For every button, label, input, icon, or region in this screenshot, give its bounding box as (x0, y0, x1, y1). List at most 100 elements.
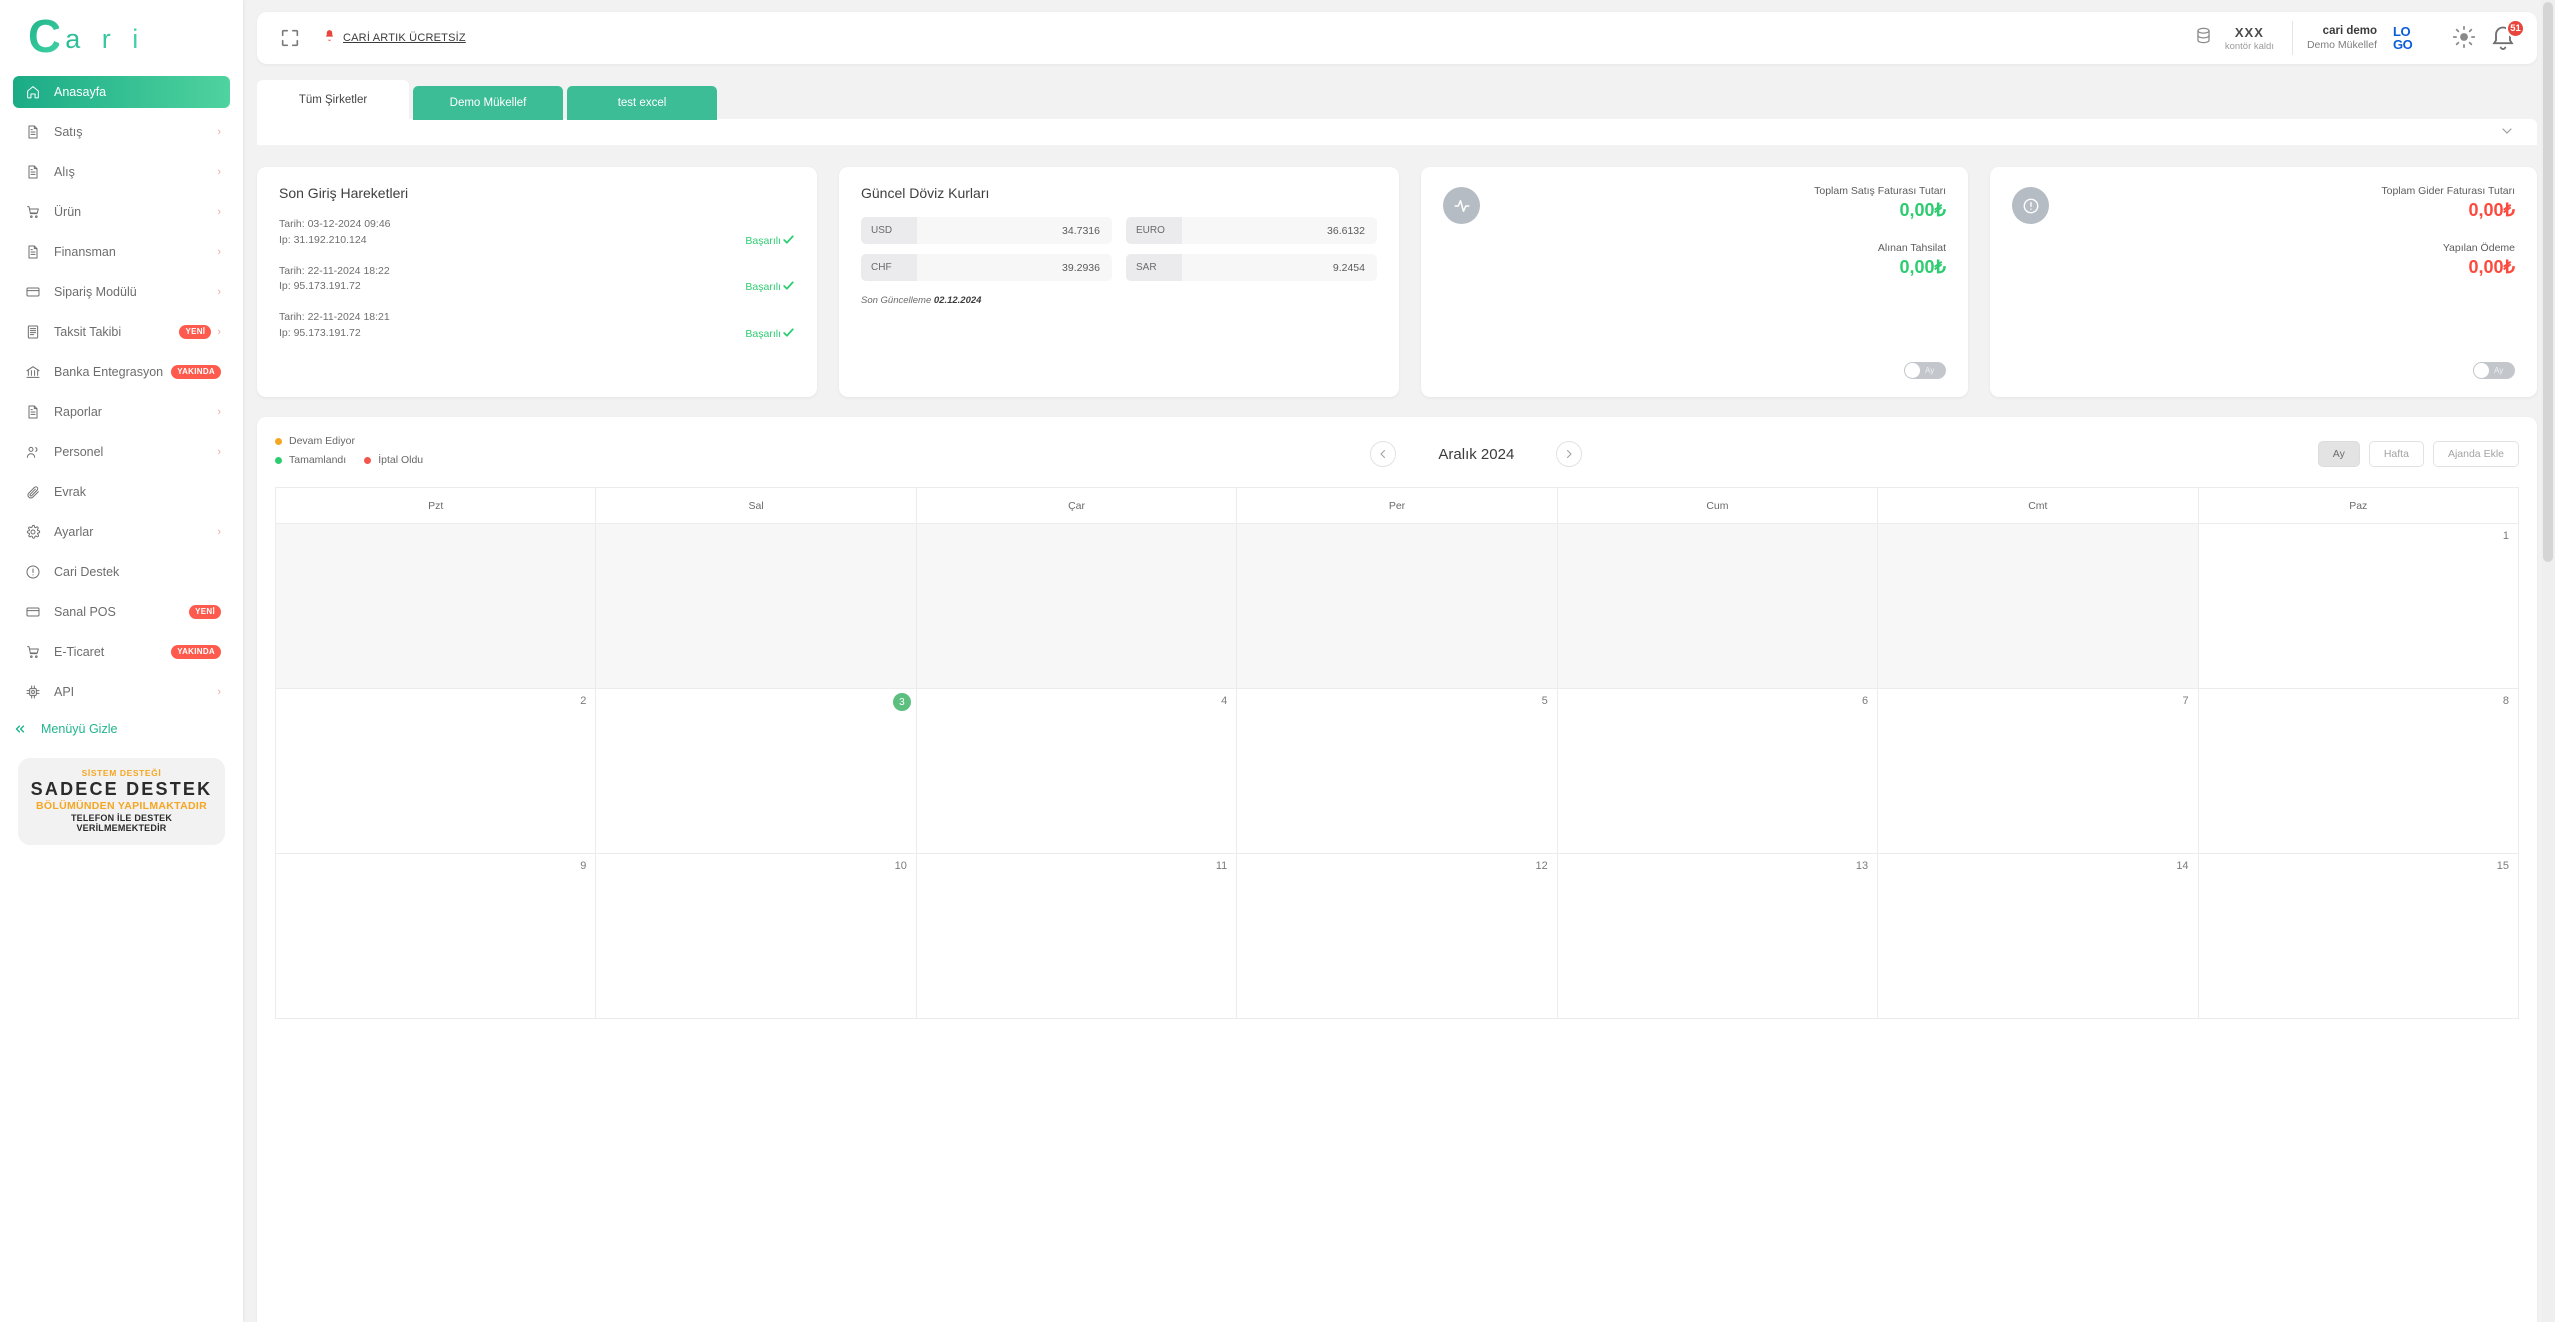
sidebar-item-al[interactable]: Alış › (13, 156, 230, 188)
page-scrollbar[interactable] (2541, 0, 2555, 1322)
calendar-day-cell[interactable] (276, 524, 597, 689)
free-announcement-link[interactable]: CARİ ARTIK ÜCRETSİZ (323, 29, 466, 47)
calendar-day-number: 12 (1535, 860, 1548, 872)
sun-icon[interactable] (2451, 24, 2479, 52)
login-status-label: Başarılı (745, 281, 781, 293)
document-icon (23, 162, 43, 182)
tab-demo-m-kellef[interactable]: Demo Mükellef (413, 86, 563, 120)
check-icon (782, 279, 795, 295)
alert-circle-icon (2012, 187, 2049, 224)
calendar-day-cell[interactable]: 10 (596, 854, 917, 1019)
sidebar-item-api[interactable]: API › (13, 676, 230, 708)
legend-item-cancelled: İptal Oldu (364, 454, 423, 466)
credit-indicator[interactable]: XXX kontör kaldı (2194, 25, 2292, 52)
calendar-button-ajanda-ekle[interactable]: Ajanda Ekle (2432, 441, 2519, 467)
calendar-day-cell[interactable]: 11 (916, 854, 1238, 1019)
sidebar-item-cari-destek[interactable]: Cari Destek (13, 556, 230, 588)
calendar-day-cell[interactable] (596, 524, 917, 689)
login-ip: Ip: 31.192.210.124 (279, 233, 367, 246)
weekday-header: Per (1237, 488, 1558, 524)
legend-item-ongoing: Devam Ediyor (275, 435, 355, 447)
calendar-day-cell[interactable]: 15 (2198, 854, 2519, 1019)
notifications-button[interactable]: 51 (2489, 19, 2525, 53)
sidebar-item-label: Anasayfa (54, 85, 107, 99)
sales-period-toggle[interactable]: Ay (1904, 362, 1946, 379)
calendar-day-cell[interactable]: 8 (2198, 689, 2519, 854)
brand-logo[interactable]: C a r i (0, 0, 243, 72)
prev-month-button[interactable] (1370, 441, 1397, 467)
status-dot (364, 456, 372, 464)
sidebar-item-r-n[interactable]: Ürün › (13, 196, 230, 228)
calendar-day-cell[interactable]: 5 (1237, 689, 1558, 854)
sidebar-item-banka-entegrasyon[interactable]: Banka Entegrasyon YAKINDA (13, 356, 230, 388)
calendar-week-row: 1 (276, 524, 2519, 689)
sidebar-item-e-ticaret[interactable]: E-Ticaret YAKINDA (13, 636, 230, 668)
sidebar-item-evrak[interactable]: Evrak (13, 476, 230, 508)
account-info[interactable]: cari demo Demo Mükellef (2293, 25, 2391, 51)
calendar-day-cell[interactable] (1557, 524, 1879, 689)
last-logins-card: Son Giriş Hareketleri Tarih: 03-12-2024 … (257, 167, 817, 397)
calendar-day-number: 9 (580, 860, 587, 872)
sidebar-item-label: Evrak (54, 485, 86, 499)
sidebar-item-label: Ürün (54, 205, 82, 219)
hide-menu-button[interactable]: Menüyü Gizle (0, 716, 243, 736)
company-tabs: Tüm Şirketler Demo Mükellef test excel (257, 80, 2537, 120)
expense-invoice-label: Toplam Gider Faturası Tutarı (2381, 185, 2515, 197)
expense-period-toggle[interactable]: Ay (2473, 362, 2515, 379)
scrollbar-thumb[interactable] (2543, 2, 2553, 562)
calendar-day-cell[interactable]: 9 (276, 854, 597, 1019)
sidebar-item-sipari-mod-l[interactable]: Sipariş Modülü › (13, 276, 230, 308)
sidebar-item-ayarlar[interactable]: Ayarlar › (13, 516, 230, 548)
bell-icon (323, 29, 336, 47)
toggle-knob (2474, 363, 2489, 378)
calendar-day-cell[interactable]: 3 (596, 689, 917, 854)
chevron-right-icon: › (217, 205, 221, 218)
brand-logo-text: a r i (65, 23, 146, 54)
calendar-day-cell[interactable]: 12 (1237, 854, 1558, 1019)
sidebar-item-taksit-takibi[interactable]: Taksit Takibi YENİ › (13, 316, 230, 348)
calendar-day-cell[interactable] (916, 524, 1238, 689)
tab-t-m-irketler[interactable]: Tüm Şirketler (257, 80, 409, 120)
sidebar-item-finansman[interactable]: Finansman › (13, 236, 230, 268)
check-icon (782, 326, 795, 342)
login-status: Başarılı (745, 326, 795, 342)
sales-invoice-label: Toplam Satış Faturası Tutarı (1814, 185, 1946, 197)
calendar-day-cell[interactable]: 13 (1557, 854, 1879, 1019)
sidebar-item-sat[interactable]: Satış › (13, 116, 230, 148)
sidebar-item-sanal-pos[interactable]: Sanal POS YENİ (13, 596, 230, 628)
sidebar-item-label: Raporlar (54, 405, 102, 419)
legend-label-completed: Tamamlandı (289, 454, 347, 466)
calendar-day-cell[interactable] (1878, 524, 2199, 689)
sidebar-item-personel[interactable]: Personel › (13, 436, 230, 468)
calendar-button-ay[interactable]: Ay (2317, 441, 2360, 467)
chevron-down-icon[interactable] (2499, 123, 2515, 142)
next-month-button[interactable] (1556, 441, 1583, 467)
login-status: Başarılı (745, 279, 795, 295)
support-promo-banner: SİSTEM DESTEĞİ SADECE DESTEK BÖLÜMÜNDEN … (18, 758, 225, 845)
calendar-day-number: 5 (1541, 695, 1548, 707)
tab-test-excel[interactable]: test excel (567, 86, 717, 120)
calendar-day-cell[interactable] (1237, 524, 1558, 689)
calendar-button-hafta[interactable]: Hafta (2368, 441, 2424, 467)
sidebar-item-label: Alış (54, 165, 75, 179)
calendar-day-cell[interactable]: 14 (1878, 854, 2199, 1019)
calendar-day-cell[interactable]: 7 (1878, 689, 2199, 854)
sidebar-item-raporlar[interactable]: Raporlar › (13, 396, 230, 428)
legend-line-1: Devam Ediyor (275, 435, 635, 447)
calendar-day-cell[interactable]: 2 (276, 689, 597, 854)
sidebar-item-label: Satış (54, 125, 83, 139)
fullscreen-icon[interactable] (279, 27, 301, 49)
exchange-rate-row: EURO 36.6132 (1126, 217, 1377, 244)
calendar-day-cell[interactable]: 6 (1557, 689, 1879, 854)
login-history-row: Tarih: 03-12-2024 09:46 Ip: 31.192.210.12… (279, 217, 795, 249)
weekday-header: Paz (2198, 488, 2519, 524)
updated-value: 02.12.2024 (933, 295, 982, 306)
sidebar-item-anasayfa[interactable]: Anasayfa (13, 76, 230, 108)
sidebar: C a r i Anasayfa Satış › Alış › Ürün › Finansma… (0, 0, 243, 1322)
calendar-day-cell[interactable]: 1 (2198, 524, 2519, 689)
credit-texts: XXX kontör kaldı (2225, 25, 2274, 52)
calendar-day-cell[interactable]: 4 (916, 689, 1238, 854)
login-date: Tarih: 03-12-2024 09:46 (279, 218, 391, 230)
legend-item-completed: Tamamlandı (275, 454, 346, 466)
